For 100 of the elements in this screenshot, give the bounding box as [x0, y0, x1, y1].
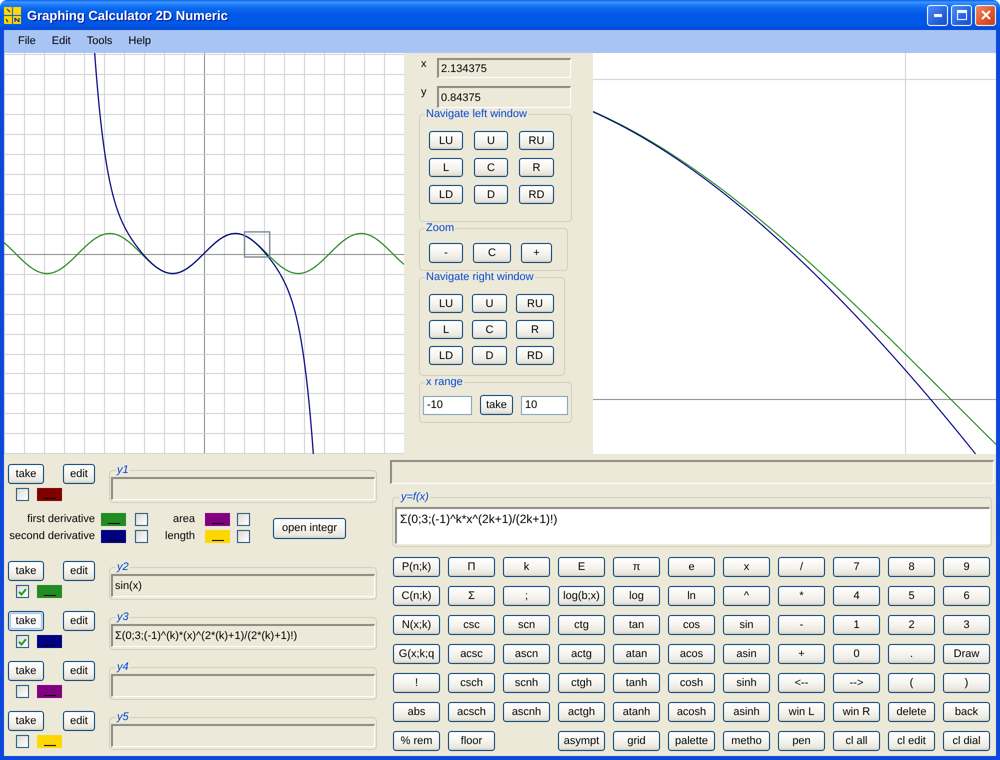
checkbox[interactable] [16, 735, 29, 748]
key-button[interactable]: Σ [448, 586, 495, 606]
pan-button[interactable]: RU [519, 131, 554, 150]
formula-field[interactable]: Σ(0;3;(-1)^k*x^(2k+1)/(2k+1)!) [395, 507, 990, 544]
key-button[interactable]: scn [503, 615, 550, 635]
key-button[interactable]: delete [888, 702, 935, 722]
pan-button[interactable]: D [472, 346, 507, 365]
take-button[interactable]: take [480, 395, 513, 415]
key-button[interactable]: ! [393, 673, 440, 693]
checkbox[interactable] [135, 513, 148, 526]
key-button[interactable]: atan [613, 644, 660, 664]
key-button[interactable]: asinh [723, 702, 770, 722]
key-button[interactable]: 1 [833, 615, 880, 635]
key-button[interactable]: cl dial [943, 731, 990, 751]
pan-button[interactable]: R [516, 320, 554, 339]
take-button[interactable]: take [8, 464, 44, 484]
key-button[interactable]: π [613, 557, 660, 577]
key-button[interactable]: metho [723, 731, 770, 751]
key-button[interactable]: cosh [668, 673, 715, 693]
pan-button[interactable]: L [429, 320, 463, 339]
color-swatch-icon[interactable] [101, 513, 126, 526]
key-button[interactable]: e [668, 557, 715, 577]
key-button[interactable]: 3 [943, 615, 990, 635]
key-button[interactable]: k [503, 557, 550, 577]
key-button[interactable]: cos [668, 615, 715, 635]
pan-button[interactable]: C [474, 158, 508, 177]
zoom-button[interactable]: + [521, 243, 552, 263]
expression-field[interactable] [111, 477, 375, 500]
key-button[interactable]: Draw [943, 644, 990, 664]
key-button[interactable]: . [888, 644, 935, 664]
key-button[interactable]: 6 [943, 586, 990, 606]
key-button[interactable]: atanh [613, 702, 660, 722]
expression-field[interactable]: Σ(0;3;(-1)^(k)*(x)^(2*(k)+1)/(2*(k)+1)!) [111, 624, 375, 647]
take-button[interactable]: take [8, 611, 44, 631]
checkbox[interactable] [16, 585, 29, 598]
key-button[interactable]: sin [723, 615, 770, 635]
pan-button[interactable]: LU [429, 294, 463, 313]
key-button[interactable]: --> [833, 673, 880, 693]
key-button[interactable]: log(b;x) [558, 586, 605, 606]
coordinate-field[interactable]: 2.134375 [437, 58, 571, 78]
color-swatch-icon[interactable] [37, 635, 62, 648]
minimize-button[interactable] [927, 4, 948, 26]
edit-button[interactable]: edit [63, 611, 95, 631]
key-button[interactable]: acosh [668, 702, 715, 722]
menu-item[interactable]: Edit [44, 34, 79, 49]
zoom-button[interactable]: - [429, 243, 463, 263]
color-swatch-icon[interactable] [37, 735, 62, 748]
checkbox[interactable] [237, 530, 250, 543]
close-button[interactable] [975, 4, 996, 26]
edit-button[interactable]: edit [63, 661, 95, 681]
range-field[interactable]: -10 [423, 396, 472, 414]
pan-button[interactable]: C [472, 320, 507, 339]
maximize-button[interactable] [951, 4, 972, 26]
pan-button[interactable]: LU [429, 131, 463, 150]
key-button[interactable]: scnh [503, 673, 550, 693]
expression-field[interactable]: sin(x) [111, 574, 375, 597]
key-button[interactable]: tan [613, 615, 660, 635]
integral-button[interactable]: open integr [273, 518, 346, 538]
pan-button[interactable]: LD [429, 185, 463, 204]
key-button[interactable]: win R [833, 702, 880, 722]
checkbox[interactable] [16, 488, 29, 501]
key-button[interactable]: - [778, 615, 825, 635]
key-button[interactable]: tanh [613, 673, 660, 693]
key-button[interactable]: csc [448, 615, 495, 635]
key-button[interactable]: ln [668, 586, 715, 606]
key-button[interactable]: x [723, 557, 770, 577]
key-button[interactable]: floor [448, 731, 495, 751]
key-button[interactable]: asympt [558, 731, 605, 751]
pan-button[interactable]: RU [516, 294, 554, 313]
checkbox[interactable] [237, 513, 250, 526]
key-button[interactable]: ( [888, 673, 935, 693]
pan-button[interactable]: D [474, 185, 508, 204]
result-field[interactable] [390, 460, 994, 484]
color-swatch-icon[interactable] [205, 530, 230, 543]
key-button[interactable]: actg [558, 644, 605, 664]
take-button[interactable]: take [8, 561, 44, 581]
pan-button[interactable]: U [472, 294, 507, 313]
pan-button[interactable]: L [429, 158, 463, 177]
key-button[interactable]: ^ [723, 586, 770, 606]
pan-button[interactable]: U [474, 131, 508, 150]
key-button[interactable]: P(n;k) [393, 557, 440, 577]
pan-button[interactable]: LD [429, 346, 463, 365]
key-button[interactable]: C(n;k) [393, 586, 440, 606]
key-button[interactable]: grid [613, 731, 660, 751]
key-button[interactable]: back [943, 702, 990, 722]
key-button[interactable]: acsc [448, 644, 495, 664]
pan-button[interactable]: RD [519, 185, 554, 204]
key-button[interactable]: ; [503, 586, 550, 606]
edit-button[interactable]: edit [63, 464, 95, 484]
key-button[interactable]: Π [448, 557, 495, 577]
expression-field[interactable] [111, 674, 375, 697]
take-button[interactable]: take [8, 661, 44, 681]
expression-field[interactable] [111, 724, 375, 747]
key-button[interactable]: 5 [888, 586, 935, 606]
pan-button[interactable]: R [519, 158, 554, 177]
edit-button[interactable]: edit [63, 711, 95, 731]
key-button[interactable]: ascnh [503, 702, 550, 722]
key-button[interactable]: sinh [723, 673, 770, 693]
key-button[interactable]: N(x;k) [393, 615, 440, 635]
take-button[interactable]: take [8, 711, 44, 731]
